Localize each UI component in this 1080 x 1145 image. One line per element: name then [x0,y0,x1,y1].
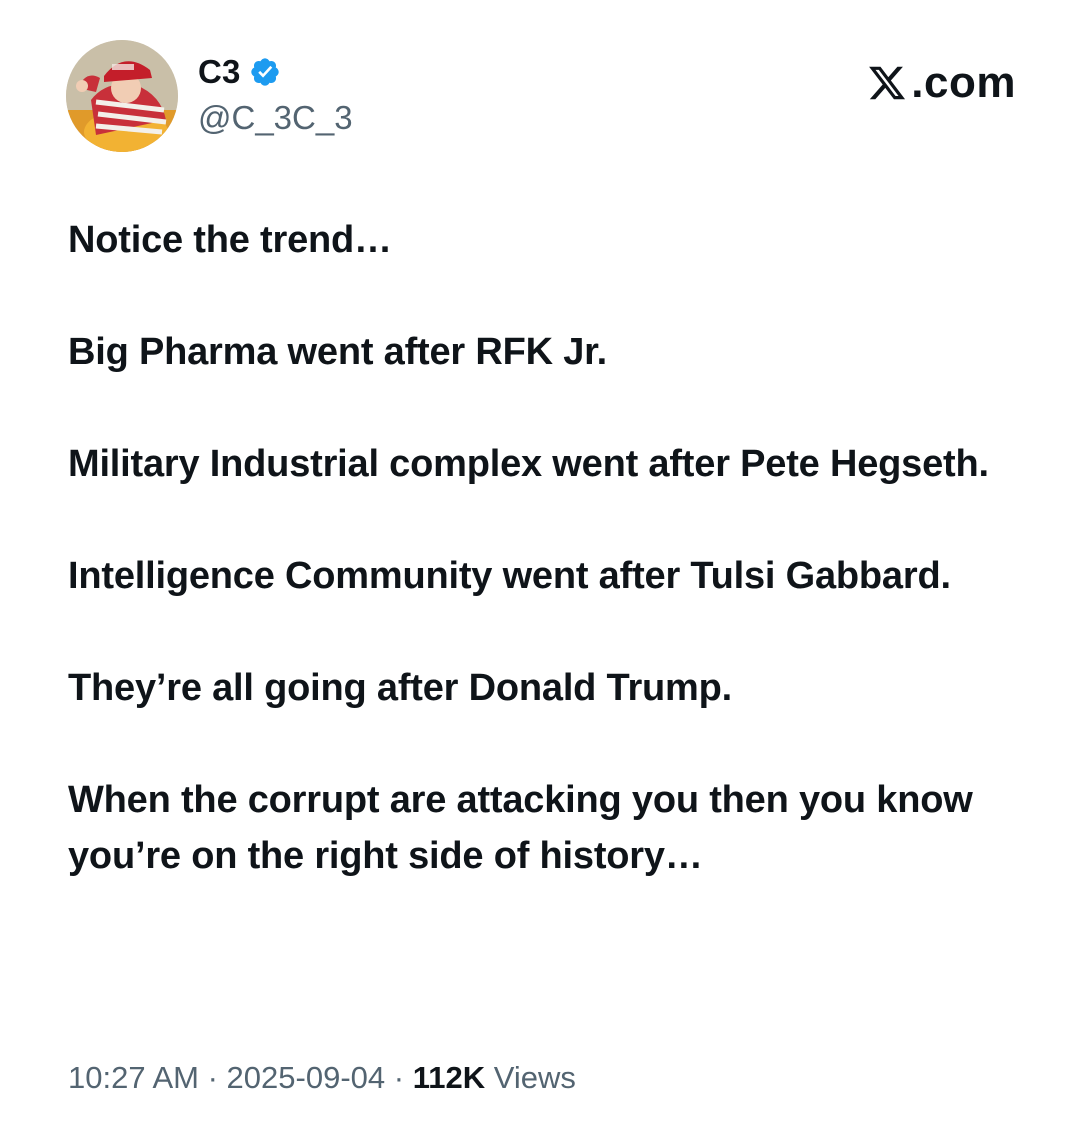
avatar-photo-icon [66,40,178,152]
tweet-meta: 10:27 AM · 2025-09-04 · 112K Views [68,1056,576,1100]
views-count[interactable]: 112K [413,1060,485,1095]
tweet-time[interactable]: 10:27 AM [68,1060,199,1095]
tweet-paragraph: Military Industrial complex went after P… [68,443,989,485]
tweet-header: C3 @C_3C_3 .com [66,40,1016,152]
display-name[interactable]: C3 [198,52,241,92]
x-logo-icon [869,66,906,100]
tweet-paragraph: When the corrupt are attacking you then … [68,779,973,877]
brand-x-com: .com [867,58,1016,108]
name-row: C3 [198,52,353,92]
tweet-text: Notice the trend… Big Pharma went after … [68,212,1008,940]
tweet-paragraph: Notice the trend… [68,219,392,261]
brand-label: .com [911,58,1016,107]
tweet-card: C3 @C_3C_3 .com Notice the trend… Big Ph… [0,0,1080,1145]
meta-separator: · [385,1060,413,1095]
tweet-paragraph: Intelligence Community went after Tulsi … [68,555,951,597]
verified-badge-icon [250,58,279,86]
tweet-paragraph: They’re all going after Donald Trump. [68,667,733,709]
user-handle[interactable]: @C_3C_3 [198,98,353,138]
tweet-date[interactable]: 2025-09-04 [227,1060,386,1095]
meta-separator: · [198,1060,227,1095]
avatar[interactable] [66,40,178,152]
tweet-paragraph: Big Pharma went after RFK Jr. [68,331,608,373]
views-label: Views [485,1060,576,1095]
user-info: C3 @C_3C_3 [198,52,353,138]
